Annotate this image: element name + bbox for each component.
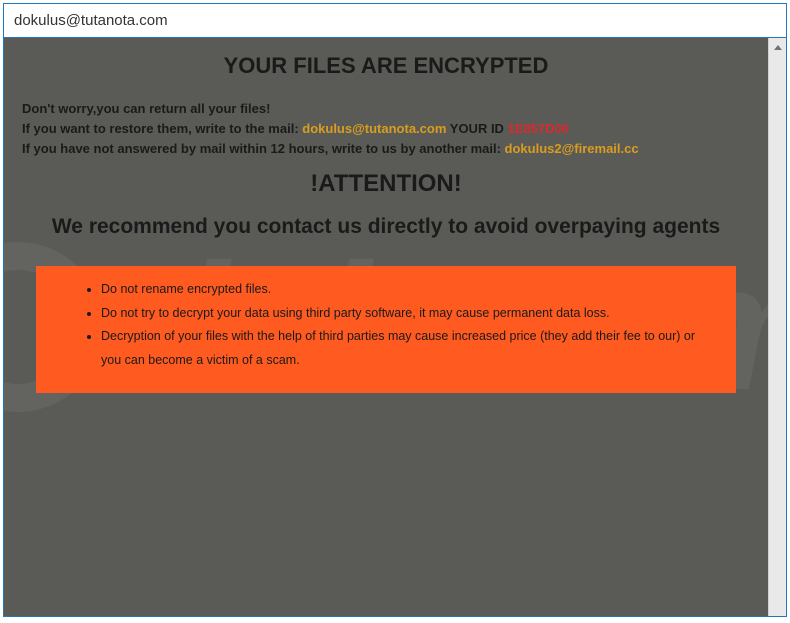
vertical-scrollbar[interactable] <box>768 38 786 616</box>
warning-item: Decryption of your files with the help o… <box>101 325 706 373</box>
content-wrapper: risk.com YOUR FILES ARE ENCRYPTED Don't … <box>4 38 786 616</box>
warning-item: Do not try to decrypt your data using th… <box>101 302 706 326</box>
content-area: risk.com YOUR FILES ARE ENCRYPTED Don't … <box>4 38 768 616</box>
warning-box: Do not rename encrypted files. Do not tr… <box>36 266 736 393</box>
scroll-up-icon[interactable] <box>769 38 786 56</box>
warning-list: Do not rename encrypted files. Do not tr… <box>81 278 706 373</box>
window-frame: dokulus@tutanota.com risk.com YOUR FILES… <box>3 3 787 617</box>
recommend-text: We recommend you contact us directly to … <box>22 208 750 246</box>
your-id-value: 1E857D00 <box>508 121 569 136</box>
line-backup-info: If you have not answered by mail within … <box>22 141 750 156</box>
secondary-email: dokulus2@firemail.cc <box>505 141 639 156</box>
primary-email: dokulus@tutanota.com <box>302 121 446 136</box>
warning-item: Do not rename encrypted files. <box>101 278 706 302</box>
restore-prefix: If you want to restore them, write to th… <box>22 121 302 136</box>
line-intro: Don't worry,you can return all your file… <box>22 101 750 116</box>
heading-encrypted: YOUR FILES ARE ENCRYPTED <box>22 53 750 79</box>
your-id-label: YOUR ID <box>446 121 507 136</box>
backup-prefix: If you have not answered by mail within … <box>22 141 505 156</box>
window-title: dokulus@tutanota.com <box>14 12 168 29</box>
titlebar[interactable]: dokulus@tutanota.com <box>4 4 786 38</box>
line-restore-info: If you want to restore them, write to th… <box>22 121 750 136</box>
attention-heading: !ATTENTION! <box>22 170 750 198</box>
